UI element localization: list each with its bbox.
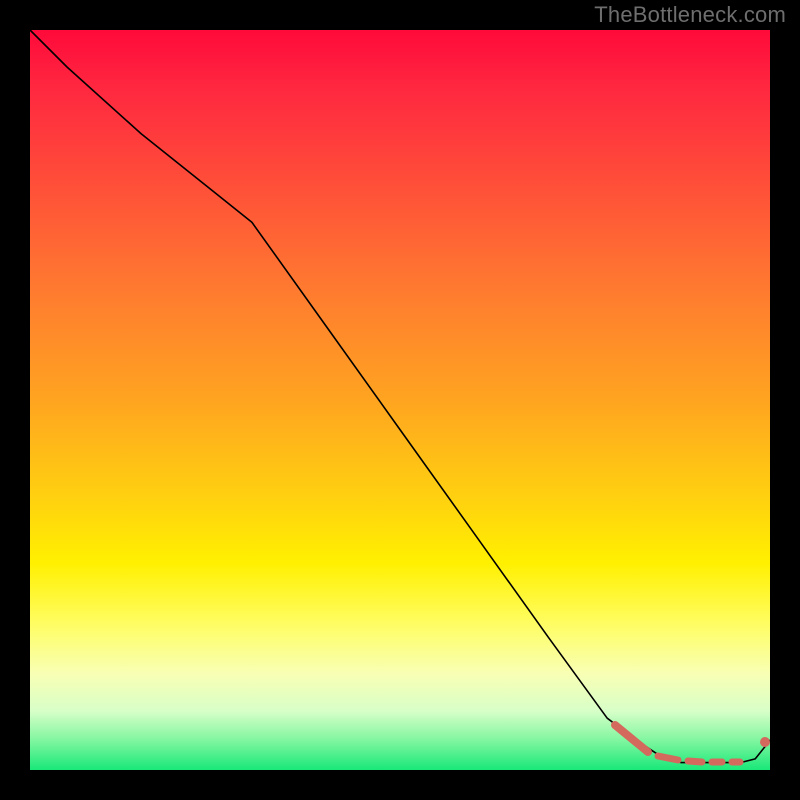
highlight-range xyxy=(615,725,770,762)
plot-area xyxy=(30,30,770,770)
chart-frame: TheBottleneck.com xyxy=(0,0,800,800)
watermark-text: TheBottleneck.com xyxy=(594,2,786,28)
bottleneck-curve xyxy=(30,30,770,763)
endpoint-dot xyxy=(760,737,770,747)
chart-svg xyxy=(30,30,770,770)
